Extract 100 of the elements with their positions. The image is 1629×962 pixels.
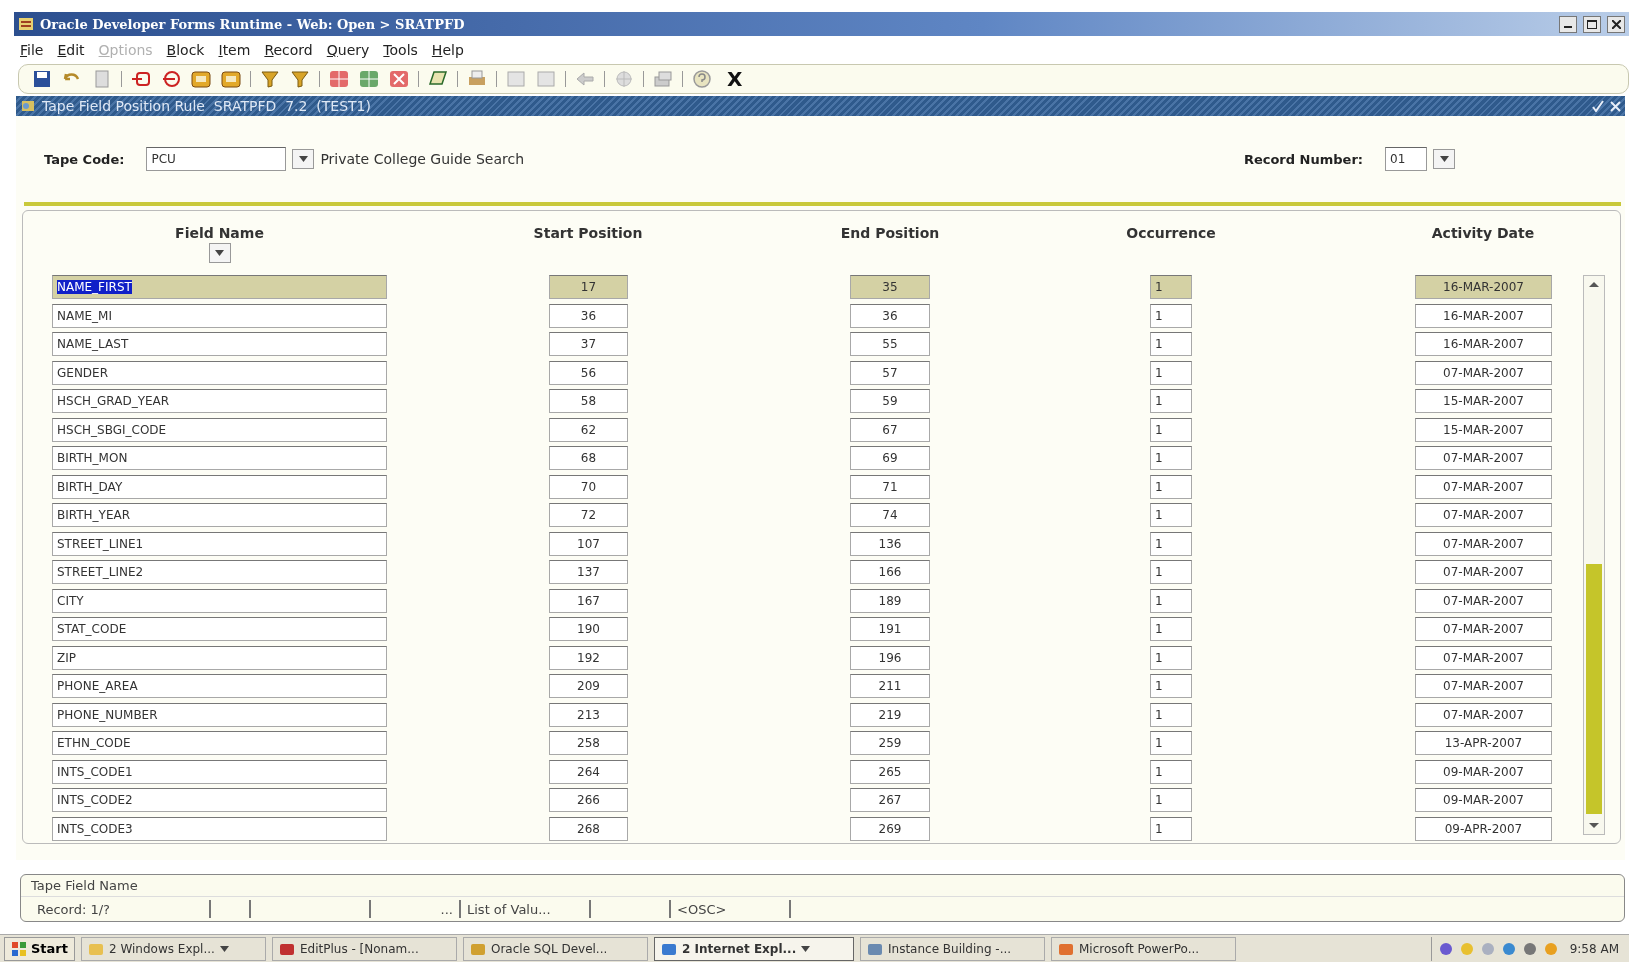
scrollbar[interactable] (1583, 275, 1605, 835)
occurrence-input[interactable]: 1 (1150, 275, 1192, 299)
occurrence-input[interactable]: 1 (1150, 588, 1192, 613)
field-name-input[interactable]: NAME_LAST (52, 332, 387, 356)
taskbar-button[interactable]: 2 Internet Expl... (654, 936, 854, 961)
dropdown-button[interactable] (1433, 149, 1455, 169)
activity-date-input[interactable]: 07-MAR-2007 (1415, 503, 1552, 527)
remove-icon[interactable] (130, 69, 152, 89)
activity-date-input[interactable]: 09-MAR-2007 (1415, 788, 1552, 812)
close-icon[interactable] (1610, 100, 1621, 112)
activity-date-input[interactable]: 07-MAR-2007 (1415, 531, 1552, 556)
start-position-input[interactable]: 17 (549, 275, 628, 299)
field-name-input[interactable]: NAME_MI (52, 303, 387, 328)
menu-item[interactable]: Record (264, 42, 313, 58)
activity-date-input[interactable]: 15-MAR-2007 (1415, 417, 1552, 442)
field-name-input[interactable]: ETHN_CODE (52, 731, 387, 755)
maximize-button[interactable] (1583, 15, 1601, 33)
field-name-input[interactable]: BIRTH_MON (52, 446, 387, 470)
menu-item[interactable]: Query (326, 42, 370, 58)
end-position-input[interactable]: 265 (850, 759, 930, 784)
start-position-input[interactable]: 58 (549, 389, 628, 413)
field-name-input[interactable]: PHONE_NUMBER (52, 702, 387, 727)
start-position-input[interactable]: 56 (549, 360, 628, 385)
field-name-input[interactable]: NAME_FIRST (52, 275, 387, 299)
occurrence-input[interactable]: 1 (1150, 389, 1192, 413)
start-position-input[interactable]: 107 (549, 531, 628, 556)
activity-date-input[interactable]: 16-MAR-2007 (1415, 332, 1552, 356)
activity-date-input[interactable]: 09-MAR-2007 (1415, 759, 1552, 784)
field-name-input[interactable]: HSCH_SBGI_CODE (52, 417, 387, 442)
start-position-input[interactable]: 70 (549, 474, 628, 499)
occurrence-input[interactable]: 1 (1150, 332, 1192, 356)
occurrence-input[interactable]: 1 (1150, 560, 1192, 584)
funnel-icon[interactable] (289, 69, 311, 89)
field-name-input[interactable]: STREET_LINE2 (52, 560, 387, 584)
save-icon[interactable] (31, 69, 53, 89)
end-position-input[interactable]: 267 (850, 788, 930, 812)
occurrence-input[interactable]: 1 (1150, 360, 1192, 385)
field-name-input[interactable]: HSCH_GRAD_YEAR (52, 389, 387, 413)
start-position-input[interactable]: 213 (549, 702, 628, 727)
end-position-input[interactable]: 189 (850, 588, 930, 613)
activity-date-input[interactable]: 09-APR-2007 (1415, 816, 1552, 841)
field-name-input[interactable]: STREET_LINE1 (52, 531, 387, 556)
start-position-input[interactable]: 190 (549, 617, 628, 641)
taskbar-button[interactable]: Microsoft PowerPo... (1051, 936, 1236, 961)
field-name-input[interactable]: CITY (52, 588, 387, 613)
end-position-input[interactable]: 71 (850, 474, 930, 499)
end-position-input[interactable]: 67 (850, 417, 930, 442)
activity-date-input[interactable]: 16-MAR-2007 (1415, 275, 1552, 299)
activity-date-input[interactable]: 07-MAR-2007 (1415, 588, 1552, 613)
occurrence-input[interactable]: 1 (1150, 531, 1192, 556)
menu-item[interactable]: File (20, 42, 44, 58)
tray-icon[interactable] (1437, 940, 1454, 957)
start-position-input[interactable]: 209 (549, 674, 628, 698)
occurrence-input[interactable]: 1 (1150, 446, 1192, 470)
end-position-input[interactable]: 74 (850, 503, 930, 527)
exit-button[interactable]: X (727, 67, 743, 91)
occurrence-input[interactable]: 1 (1150, 702, 1192, 727)
tray-icon[interactable] (1521, 940, 1538, 957)
start-position-input[interactable]: 266 (549, 788, 628, 812)
start-position-input[interactable]: 167 (549, 588, 628, 613)
field-name-input[interactable]: GENDER (52, 360, 387, 385)
menu-item[interactable]: Tools (383, 42, 418, 58)
tape-code-field[interactable]: PCU (146, 147, 287, 171)
end-position-input[interactable]: 36 (850, 303, 930, 328)
grid-icon[interactable] (358, 69, 380, 89)
dropdown-button[interactable] (292, 149, 315, 169)
taskbar-button[interactable]: Instance Building -... (860, 936, 1045, 961)
activity-date-input[interactable]: 16-MAR-2007 (1415, 303, 1552, 328)
activity-date-input[interactable]: 07-MAR-2007 (1415, 645, 1552, 670)
record-number-field[interactable]: 01 (1385, 147, 1427, 171)
start-position-input[interactable]: 36 (549, 303, 628, 328)
scrollbar-thumb[interactable] (1586, 564, 1602, 814)
start-position-input[interactable]: 264 (549, 759, 628, 784)
activity-date-input[interactable]: 07-MAR-2007 (1415, 617, 1552, 641)
occurrence-input[interactable]: 1 (1150, 759, 1192, 784)
menu-item[interactable]: Help (431, 42, 464, 58)
field-name-input[interactable]: INTS_CODE2 (52, 788, 387, 812)
occurrence-input[interactable]: 1 (1150, 731, 1192, 755)
end-position-input[interactable]: 35 (850, 275, 930, 299)
start-position-input[interactable]: 258 (549, 731, 628, 755)
field-name-input[interactable]: PHONE_AREA (52, 674, 387, 698)
field-name-input[interactable]: BIRTH_DAY (52, 474, 387, 499)
start-position-input[interactable]: 137 (549, 560, 628, 584)
end-position-input[interactable]: 269 (850, 816, 930, 841)
occurrence-input[interactable]: 1 (1150, 617, 1192, 641)
activity-date-input[interactable]: 07-MAR-2007 (1415, 560, 1552, 584)
taskbar-button[interactable]: EditPlus - [Nonam... (272, 936, 457, 961)
activity-date-input[interactable]: 07-MAR-2007 (1415, 360, 1552, 385)
occurrence-input[interactable]: 1 (1150, 645, 1192, 670)
activity-date-input[interactable]: 07-MAR-2007 (1415, 702, 1552, 727)
menu-item[interactable]: Item (218, 42, 251, 58)
activity-date-input[interactable]: 07-MAR-2007 (1415, 474, 1552, 499)
end-position-input[interactable]: 191 (850, 617, 930, 641)
start-position-input[interactable]: 62 (549, 417, 628, 442)
end-position-input[interactable]: 136 (850, 531, 930, 556)
start-position-input[interactable]: 37 (549, 332, 628, 356)
field-name-input[interactable]: BIRTH_YEAR (52, 503, 387, 527)
occurrence-input[interactable]: 1 (1150, 816, 1192, 841)
delete-icon[interactable] (388, 69, 410, 89)
end-position-input[interactable]: 211 (850, 674, 930, 698)
